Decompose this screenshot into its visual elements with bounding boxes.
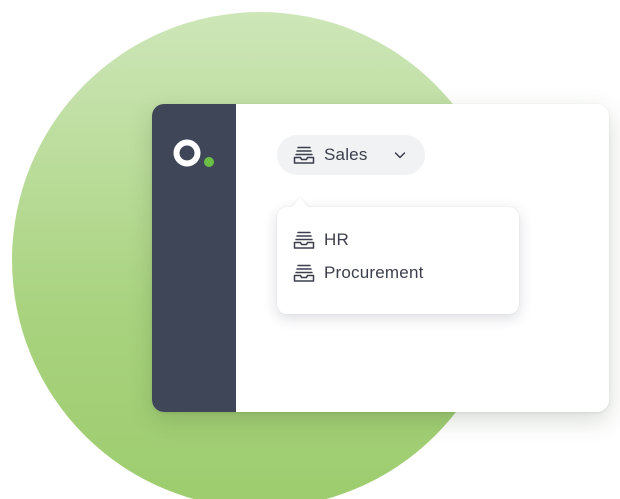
workspace-selector[interactable]: Sales bbox=[277, 135, 425, 175]
stage: Sales HR Procurement bbox=[0, 0, 620, 499]
dropdown-caret bbox=[291, 198, 309, 208]
dropdown-list: HR Procurement bbox=[277, 207, 519, 289]
dropdown-item-label: HR bbox=[324, 229, 349, 249]
inbox-tray-icon bbox=[293, 263, 315, 283]
dropdown-item-procurement[interactable]: Procurement bbox=[293, 256, 519, 289]
selector-label: Sales bbox=[324, 145, 368, 164]
dropdown-item-hr[interactable]: HR bbox=[293, 223, 519, 256]
app-window: Sales HR Procurement bbox=[152, 104, 609, 412]
workspace-dropdown: HR Procurement bbox=[277, 198, 519, 314]
chevron-down-icon[interactable] bbox=[393, 148, 407, 162]
logo-icon[interactable] bbox=[173, 139, 217, 175]
inbox-tray-icon bbox=[293, 145, 315, 165]
dropdown-item-label: Procurement bbox=[324, 262, 424, 282]
inbox-tray-icon bbox=[293, 230, 315, 250]
sidebar bbox=[152, 104, 236, 412]
main-content: Sales HR Procurement bbox=[236, 104, 609, 412]
